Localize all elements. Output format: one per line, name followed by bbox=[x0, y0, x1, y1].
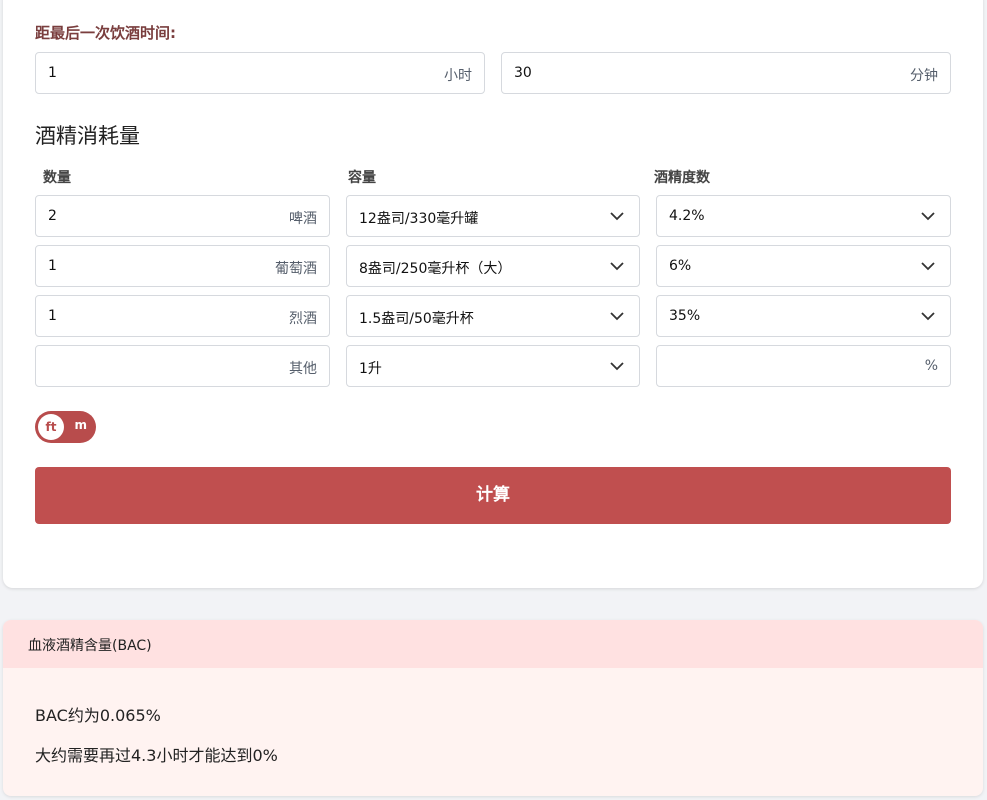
quantity-value[interactable]: 1 bbox=[48, 308, 57, 324]
abv-select-beer[interactable]: 4.2% bbox=[656, 195, 951, 237]
result-title: 血液酒精含量(BAC) bbox=[28, 638, 152, 654]
chevron-down-icon bbox=[610, 312, 624, 321]
drink-type-label: 烈酒 bbox=[289, 311, 317, 327]
chevron-down-icon bbox=[610, 212, 624, 221]
quantity-value[interactable]: 2 bbox=[48, 208, 57, 224]
hours-value[interactable]: 1 bbox=[48, 65, 57, 81]
chevron-down-icon bbox=[610, 362, 624, 371]
time-since-label: 距最后一次饮酒时间: bbox=[35, 24, 176, 42]
quantity-input-wine[interactable]: 1 葡萄酒 bbox=[35, 245, 330, 287]
minutes-value[interactable]: 30 bbox=[514, 65, 532, 81]
chevron-down-icon bbox=[921, 262, 935, 271]
abv-input-other[interactable]: % bbox=[656, 345, 951, 387]
volume-select-spirits[interactable]: 1.5盎司/50毫升杯 bbox=[346, 295, 640, 337]
quantity-value[interactable]: 1 bbox=[48, 258, 57, 274]
volume-select-beer[interactable]: 12盎司/330毫升罐 bbox=[346, 195, 640, 237]
hours-unit: 小时 bbox=[444, 68, 472, 84]
bac-result-text: BAC约为0.065% bbox=[35, 706, 161, 725]
hours-input[interactable]: 1 小时 bbox=[35, 52, 485, 94]
calculate-button[interactable]: 计算 bbox=[35, 467, 951, 524]
chevron-down-icon bbox=[921, 312, 935, 321]
quantity-input-spirits[interactable]: 1 烈酒 bbox=[35, 295, 330, 337]
abv-select-spirits[interactable]: 35% bbox=[656, 295, 951, 337]
volume-value: 1升 bbox=[359, 361, 382, 377]
drink-type-label: 啤酒 bbox=[289, 211, 317, 227]
column-header-volume: 容量 bbox=[348, 170, 376, 186]
volume-value: 8盎司/250毫升杯（大） bbox=[359, 261, 512, 277]
unit-option-m[interactable]: m bbox=[74, 418, 87, 432]
unit-option-ft[interactable]: ft bbox=[38, 414, 64, 440]
volume-select-other[interactable]: 1升 bbox=[346, 345, 640, 387]
volume-value: 1.5盎司/50毫升杯 bbox=[359, 311, 474, 327]
volume-select-wine[interactable]: 8盎司/250毫升杯（大） bbox=[346, 245, 640, 287]
abv-select-wine[interactable]: 6% bbox=[656, 245, 951, 287]
quantity-input-other[interactable]: 其他 bbox=[35, 345, 330, 387]
result-card: 血液酒精含量(BAC) BAC约为0.065% 大约需要再过4.3小时才能达到0… bbox=[3, 620, 983, 796]
volume-value: 12盎司/330毫升罐 bbox=[359, 211, 479, 227]
column-header-abv: 酒精度数 bbox=[654, 170, 710, 186]
abv-value: 35% bbox=[669, 308, 701, 324]
drink-type-label: 其他 bbox=[289, 361, 317, 377]
chevron-down-icon bbox=[610, 262, 624, 271]
percent-unit: % bbox=[924, 358, 938, 374]
column-header-quantity: 数量 bbox=[43, 170, 71, 186]
unit-toggle[interactable]: ft m bbox=[35, 411, 96, 443]
sober-time-text: 大约需要再过4.3小时才能达到0% bbox=[35, 746, 278, 765]
abv-value: 6% bbox=[669, 258, 692, 274]
minutes-unit: 分钟 bbox=[910, 68, 938, 84]
section-title: 酒精消耗量 bbox=[35, 124, 140, 148]
minutes-input[interactable]: 30 分钟 bbox=[501, 52, 951, 94]
abv-value: 4.2% bbox=[669, 208, 705, 224]
quantity-input-beer[interactable]: 2 啤酒 bbox=[35, 195, 330, 237]
chevron-down-icon bbox=[921, 212, 935, 221]
drink-type-label: 葡萄酒 bbox=[275, 261, 317, 277]
result-header: 血液酒精含量(BAC) bbox=[3, 620, 983, 668]
